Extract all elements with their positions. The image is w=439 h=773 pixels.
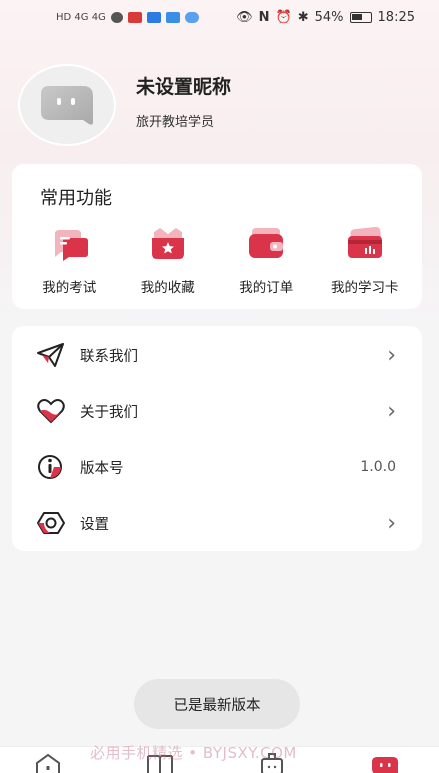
battery-percent: 54% <box>314 9 344 25</box>
function-my-orders[interactable]: 我的订单 <box>221 226 311 296</box>
chat-bubble-icon <box>55 230 89 261</box>
menu-list-card: 联系我们 › 关于我们 › 版本号 1.0.0 设置 › <box>12 326 422 551</box>
app-notification-icon <box>127 11 142 23</box>
alarm-icon: ⏰ <box>275 9 292 25</box>
app-notification-icon <box>146 11 161 23</box>
card-icon <box>347 226 382 258</box>
mascot-avatar-icon <box>41 86 93 125</box>
function-label: 我的学习卡 <box>331 280 399 296</box>
nickname: 未设置昵称 <box>136 76 232 98</box>
function-label: 我的收藏 <box>140 280 195 296</box>
user-role: 旅开教培学员 <box>136 115 215 130</box>
function-my-study-card[interactable]: 我的学习卡 <box>320 226 410 296</box>
clock: 18:25 <box>377 9 415 25</box>
function-label: 我的订单 <box>239 280 294 296</box>
menu-item-label: 联系我们 <box>80 348 138 365</box>
info-icon <box>38 455 62 479</box>
network-indicator: HD 4G 4G <box>56 11 106 23</box>
eye-icon: 👁 <box>236 9 253 25</box>
function-label: 我的考试 <box>42 280 97 296</box>
menu-item-label: 关于我们 <box>80 404 138 421</box>
home-tab-icon[interactable] <box>34 753 62 773</box>
common-functions-card: 常用功能 我的考试 我的收藏 我的订单 我的学习卡 <box>12 164 422 309</box>
chevron-right-icon: › <box>387 398 396 424</box>
nfc-icon: N <box>258 9 270 25</box>
menu-item-contact-us[interactable]: 联系我们 › <box>12 327 422 383</box>
status-bar: HD 4G 4G 👁 N ⏰ ✱ 54% 18:25 <box>0 0 439 34</box>
app-notification-icon <box>165 11 180 23</box>
paper-plane-icon <box>37 343 64 367</box>
bluetooth-icon: ✱ <box>297 9 309 25</box>
chevron-right-icon: › <box>387 342 396 368</box>
app-notification-icon <box>110 11 123 23</box>
section-title: 常用功能 <box>40 188 112 209</box>
version-number: 1.0.0 <box>360 459 396 475</box>
wallet-icon <box>249 228 284 258</box>
profile-header[interactable]: 未设置昵称 旅开教培学员 <box>18 64 231 146</box>
function-my-exams[interactable]: 我的考试 <box>24 226 114 296</box>
chevron-right-icon: › <box>387 510 396 536</box>
heart-icon <box>37 399 65 424</box>
status-bar-right: 👁 N ⏰ ✱ 54% 18:25 <box>236 10 415 25</box>
status-bar-left: HD 4G 4G <box>56 11 199 23</box>
menu-item-label: 设置 <box>80 516 109 533</box>
watermark: 必用手机精选 • BYJSXY.COM <box>90 744 297 762</box>
star-badge-icon <box>151 228 184 259</box>
cloud-icon <box>184 11 199 23</box>
toast-message: 已是最新版本 <box>134 679 300 729</box>
mine-tab-icon[interactable] <box>371 753 399 773</box>
profile-text: 未设置昵称 旅开教培学员 <box>136 72 231 130</box>
battery-icon <box>349 11 372 23</box>
menu-item-version: 版本号 1.0.0 <box>12 439 422 495</box>
avatar[interactable] <box>18 64 116 146</box>
menu-item-settings[interactable]: 设置 › <box>12 495 422 551</box>
settings-icon <box>37 512 65 534</box>
function-my-favorites[interactable]: 我的收藏 <box>123 226 213 296</box>
menu-item-about-us[interactable]: 关于我们 › <box>12 383 422 439</box>
function-row: 我的考试 我的收藏 我的订单 我的学习卡 <box>12 226 422 296</box>
